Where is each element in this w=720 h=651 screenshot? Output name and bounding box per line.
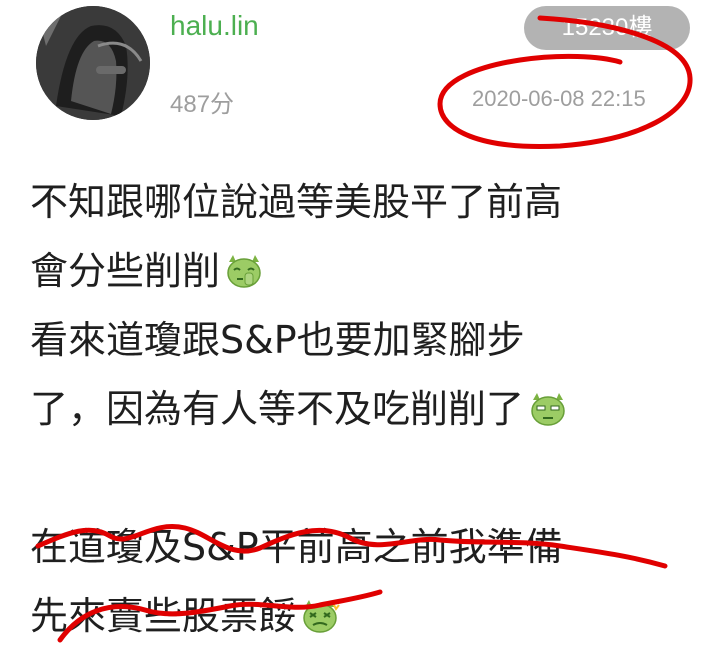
content-line-5: 在道瓊及S&P平前高之前我準備 xyxy=(30,525,563,569)
content-line-2-wrap: 會分些削削 xyxy=(30,237,710,306)
post-content: 不知跟哪位說過等美股平了前高 會分些削削 看來道瓊跟S&P也要加緊腳步 了，因為… xyxy=(30,168,710,651)
content-line-1: 不知跟哪位說過等美股平了前高 xyxy=(30,180,563,224)
floor-badge: 15230樓 xyxy=(524,6,690,50)
content-line-2: 會分些削削 xyxy=(30,249,221,293)
username-link[interactable]: halu.lin xyxy=(170,10,259,42)
green-devil-annoyed-emoji-icon xyxy=(531,393,565,426)
content-line-6: 先來賣些股票餒 xyxy=(30,594,297,638)
green-devil-shush-emoji-icon xyxy=(227,255,261,288)
content-blank-line xyxy=(30,444,710,513)
content-line-4: 了，因為有人等不及吃削削了 xyxy=(30,387,525,431)
post-timestamp: 2020-06-08 22:15 xyxy=(472,86,646,111)
car-seat-icon xyxy=(36,6,150,120)
avatar[interactable] xyxy=(36,6,150,120)
user-score: 487分 xyxy=(170,91,235,118)
content-line-3: 看來道瓊跟S&P也要加緊腳步 xyxy=(30,318,525,362)
content-line-4-wrap: 了，因為有人等不及吃削削了 xyxy=(30,375,710,444)
content-line-6-wrap: 先來賣些股票餒 xyxy=(30,582,710,651)
green-devil-sick-emoji-icon xyxy=(303,600,340,633)
